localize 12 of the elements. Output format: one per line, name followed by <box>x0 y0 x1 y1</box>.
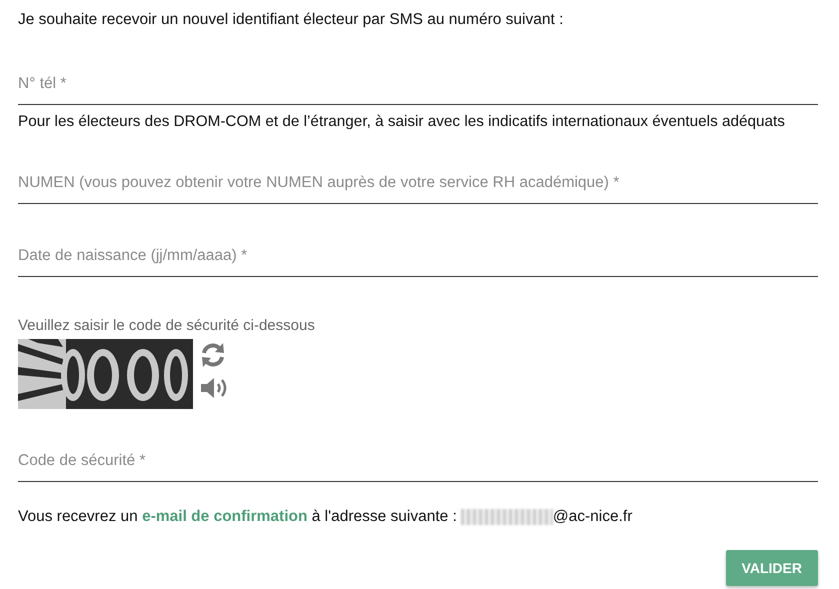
input-field[interactable]: Date de naissance (jj/mm/aaaa) * <box>18 237 818 277</box>
input-field[interactable]: Code de sécurité * <box>18 442 818 482</box>
confirmation-link[interactable]: e-mail de confirmation <box>142 508 308 525</box>
input-field[interactable]: NUMEN (vous pouvez obtenir votre NUMEN auprès de votre service RH académique) * <box>18 164 818 204</box>
input-field[interactable]: N° tél * <box>18 65 818 105</box>
confirmation-text: Vous recevrez un e-mail de confirmation à l'adresse suivante : <box>18 508 457 526</box>
refresh-icon[interactable] <box>199 341 227 369</box>
validate-button[interactable]: VALIDER <box>726 550 818 586</box>
helper-text: Pour les électeurs des DROM-COM et de l’étranger, à saisir avec les indicatifs internationaux éventuels adéquats <box>18 113 786 131</box>
captcha-label: Veuillez saisir le code de sécurité ci-dessous <box>18 317 316 334</box>
email-domain: @ac-nice.fr <box>552 508 632 526</box>
intro-text: Je souhaite recevoir un nouvel identifiant électeur par SMS au numéro suivant : <box>18 10 564 30</box>
